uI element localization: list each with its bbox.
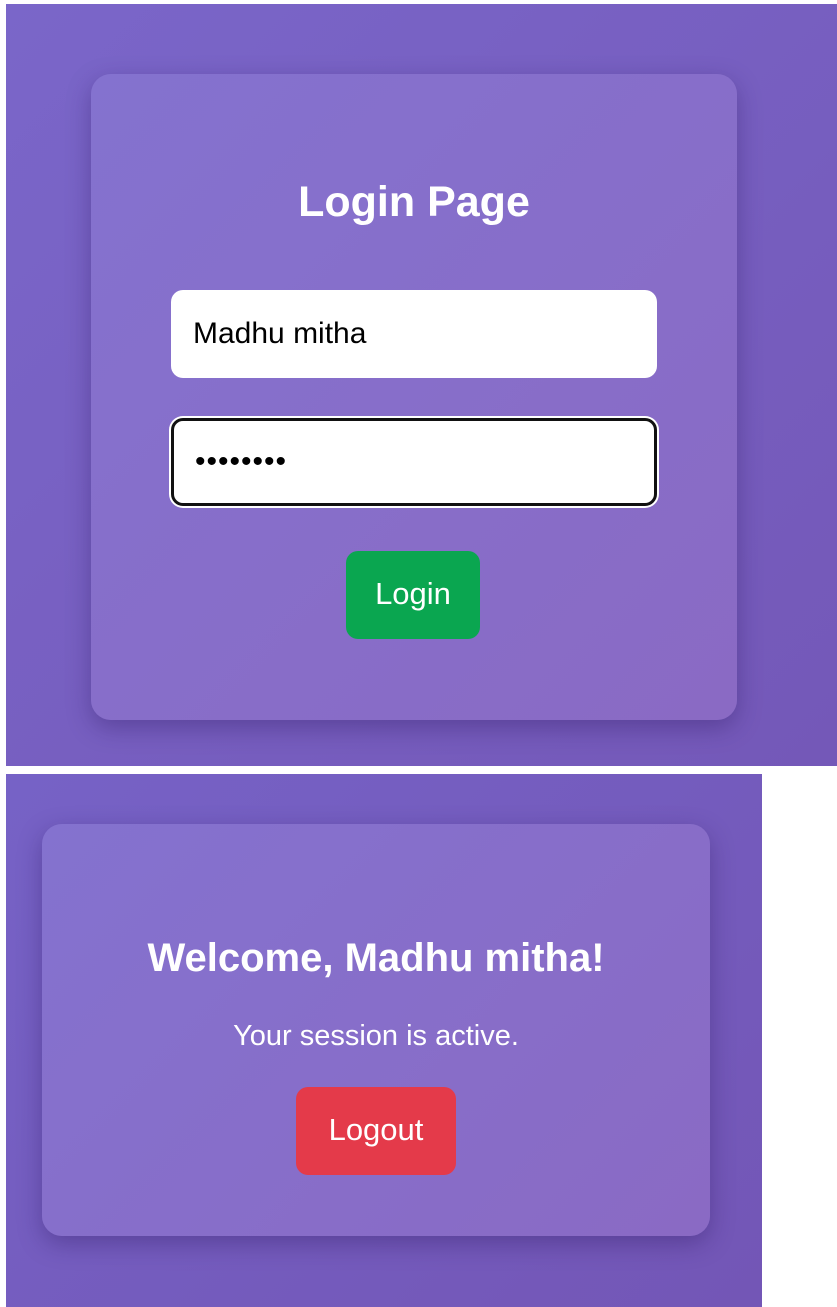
login-title: Login Page [298,178,530,226]
session-status-text: Your session is active. [233,1020,519,1052]
welcome-card: Welcome, Madhu mitha! Your session is ac… [42,824,710,1236]
welcome-screen: Welcome, Madhu mitha! Your session is ac… [6,774,762,1307]
login-button[interactable]: Login [346,551,480,639]
logout-button[interactable]: Logout [296,1087,456,1175]
welcome-title: Welcome, Madhu mitha! [147,936,605,980]
username-input[interactable]: Madhu mitha [171,290,657,378]
password-input[interactable]: •••••••• [171,418,657,506]
login-screen: Login Page Madhu mitha •••••••• Login [6,4,837,766]
login-card: Login Page Madhu mitha •••••••• Login [91,74,737,720]
